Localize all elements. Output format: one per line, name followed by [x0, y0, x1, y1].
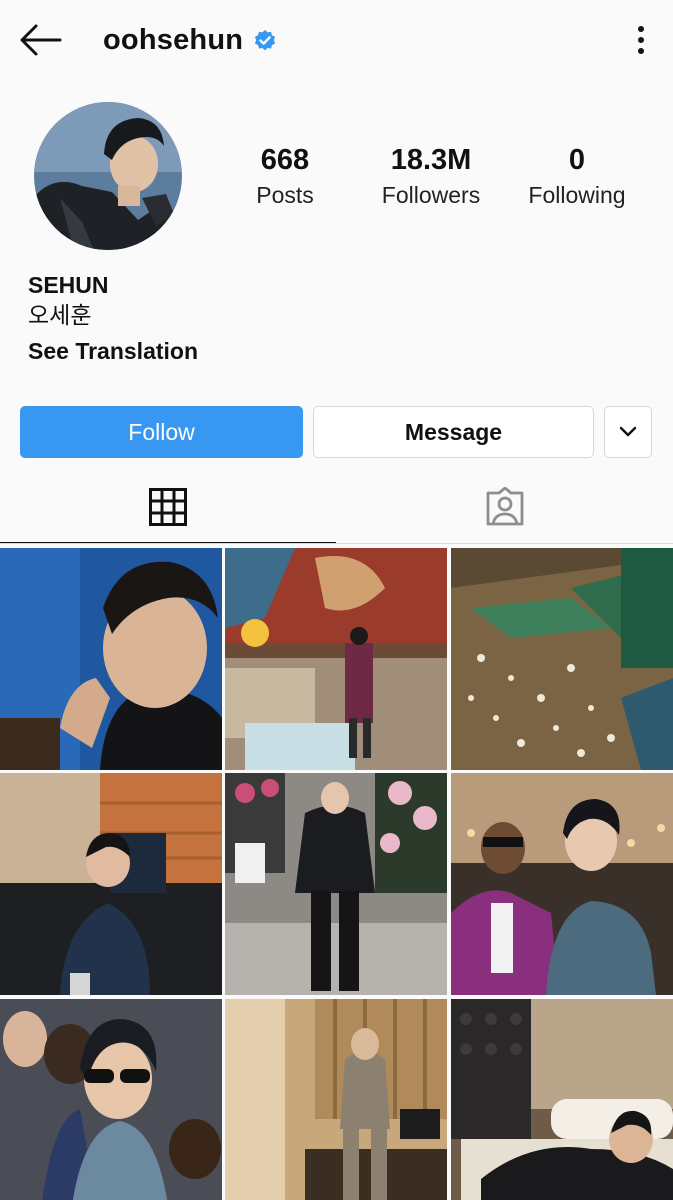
verified-badge-icon	[255, 29, 276, 50]
post-thumbnail[interactable]	[0, 773, 222, 995]
back-button[interactable]	[18, 22, 62, 58]
stat-followers[interactable]: 18.3M Followers	[370, 142, 492, 212]
posts-label: Posts	[256, 182, 314, 208]
stat-posts[interactable]: 668 Posts	[238, 142, 332, 212]
see-translation-link[interactable]: See Translation	[28, 334, 198, 368]
suggested-dropdown-button[interactable]	[604, 406, 652, 458]
tagged-person-icon	[486, 487, 523, 526]
stat-following[interactable]: 0 Following	[522, 142, 632, 212]
tab-tagged[interactable]	[336, 470, 673, 544]
followers-label: Followers	[381, 182, 481, 208]
more-options-button[interactable]	[629, 24, 653, 58]
post-thumbnail[interactable]	[225, 999, 447, 1200]
tab-divider	[0, 543, 673, 544]
profile-avatar[interactable]	[34, 102, 182, 250]
username: oohsehun	[103, 24, 244, 56]
post-thumbnail[interactable]	[225, 773, 447, 995]
follow-button[interactable]: Follow	[20, 406, 303, 458]
post-thumbnail[interactable]	[0, 548, 222, 770]
post-thumbnail[interactable]	[0, 999, 222, 1200]
following-label: Following	[528, 182, 626, 208]
tab-grid[interactable]	[0, 470, 336, 544]
post-thumbnail[interactable]	[451, 999, 673, 1200]
message-button[interactable]: Message	[313, 406, 594, 458]
chevron-down-icon	[619, 426, 637, 437]
grid-icon	[149, 488, 187, 526]
post-grid	[0, 548, 673, 1200]
display-name: SEHUN	[28, 272, 109, 298]
top-bar: oohsehun	[0, 0, 673, 82]
post-thumbnail[interactable]	[451, 773, 673, 995]
posts-count: 668	[260, 144, 310, 176]
followers-count: 18.3M	[390, 144, 472, 176]
post-thumbnail[interactable]	[451, 548, 673, 770]
native-name: 오세훈	[28, 303, 92, 329]
profile-header-title: oohsehun	[103, 24, 277, 57]
following-count: 0	[568, 144, 586, 176]
post-thumbnail[interactable]	[225, 548, 447, 770]
vertical-dots-icon	[638, 26, 644, 54]
arrow-left-icon	[20, 24, 62, 56]
profile-bio: SEHUN 오세훈 See Translation	[28, 270, 198, 368]
